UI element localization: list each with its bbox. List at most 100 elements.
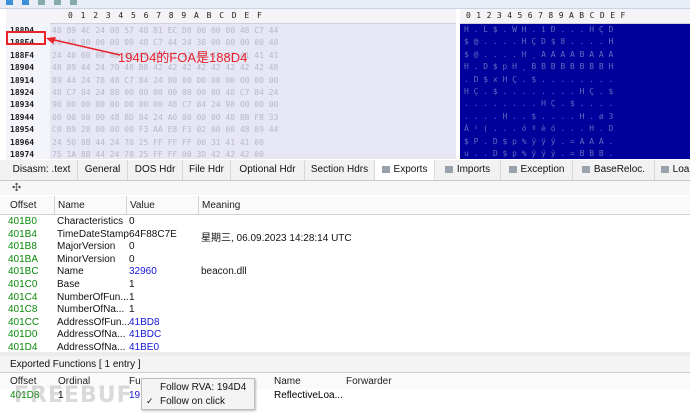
annotation-text: 194D4的FOA是188D4	[118, 50, 248, 65]
menu-item-follow-on-click-label: Follow on click	[160, 396, 226, 407]
tab-exception[interactable]: Exception	[501, 160, 573, 180]
hex-row[interactable]: 18934 90 00 00 00 00 00 00 00 48 C7 84 24…	[6, 99, 456, 111]
col-name[interactable]: Name	[58, 200, 85, 211]
table-row[interactable]: 401B0 Characteristics 0	[0, 216, 690, 229]
tab-disasm-text[interactable]: Disasm: .text	[6, 160, 78, 180]
hex-editor: 0123456789ABCDEF 1 8 8 D 4 48 89 4C 24 08 57 …	[0, 9, 690, 159]
refresh-icon[interactable]	[38, 0, 45, 5]
table-row[interactable]: 401C4 NumberOfFun... 1	[0, 292, 690, 305]
menu-item-follow-on-click[interactable]: ✓ Follow on click	[142, 394, 254, 408]
hex-row[interactable]: 18944 00 00 00 00 48 8D 84 24 A0 00 00 00…	[6, 112, 456, 124]
annotation-highlight-box	[6, 31, 46, 45]
ascii-row[interactable]: $ @ . . . . H ¸ A A A A B A A A	[464, 50, 613, 62]
pin-icon[interactable]: ✣	[12, 181, 21, 194]
folder-icon	[381, 165, 390, 173]
hex-row-bytes[interactable]: 48 89 4C 24 08 57 48 81 EC D0 00 00 00 4…	[52, 26, 278, 35]
row-value[interactable]: 41BDC	[129, 329, 161, 340]
ascii-row[interactable]: $ @ . . . . H Ç D $ 8 . . . . H	[464, 37, 613, 49]
table-row[interactable]: 401D0 AddressOfNa... 41BDC	[0, 329, 690, 342]
save-icon[interactable]	[54, 0, 61, 5]
hex-row-offset: 18964	[10, 137, 35, 147]
menu-item-follow-rva[interactable]: Follow RVA: 194D4	[142, 380, 254, 394]
ascii-row[interactable]: H . L $ . W H . ì Ð . . . H Ç D	[464, 25, 613, 37]
row-name: TimeDateStamp	[57, 228, 129, 240]
tab-label: Optional Hdr	[239, 164, 296, 175]
table-row[interactable]: 401BA MinorVersion 0	[0, 254, 690, 267]
hex-row-bytes[interactable]: C0 B9 28 00 00 00 F3 AA E8 F3 02 00 00 4…	[52, 125, 278, 134]
tab-optional-hdr[interactable]: Optional Hdr	[231, 160, 305, 180]
ascii-pane[interactable]: 0123456789ABCDEF H . L $ . W H . ì Ð . .…	[460, 9, 690, 159]
tab-general[interactable]: General	[78, 160, 128, 180]
ascii-row[interactable]: . . . . H . . $ . . . . H . ø 3	[464, 112, 613, 124]
hex-col-header: F	[257, 11, 262, 20]
hex-column-header: 0123456789ABCDEF	[6, 9, 456, 24]
forward-icon[interactable]	[22, 0, 29, 5]
table-row[interactable]: 401CC AddressOfFun... 41BD8	[0, 317, 690, 330]
tab-exports[interactable]: Exports	[375, 160, 435, 180]
row-value[interactable]: 41BD8	[129, 317, 160, 328]
row-offset: 401CC	[8, 316, 40, 328]
ascii-col-header: E	[610, 11, 616, 20]
row-offset: 401B8	[8, 241, 37, 253]
row-offset: 401D0	[8, 329, 38, 341]
hex-row-bytes[interactable]: 90 00 00 00 00 00 00 00 48 C7 84 24 98 0…	[52, 100, 278, 109]
ascii-col-header: F	[620, 11, 626, 20]
back-icon[interactable]	[6, 0, 13, 5]
row-value: 64F88C7E	[129, 228, 177, 240]
hex-row[interactable]: 18964 24 50 8B 44 24 70 25 FF FF FF 00 31…	[6, 137, 456, 149]
ascii-row[interactable]: À ¹ ( . . . ó ª è ó . . . H . D	[464, 124, 613, 136]
hex-bytes-pane[interactable]: 0123456789ABCDEF 188D4 48 89 4C 24 08 57 …	[6, 9, 456, 159]
hex-row-bytes[interactable]: 48 C7 84 24 88 00 00 00 00 00 00 00 48 C…	[52, 88, 278, 97]
col-value[interactable]: Value	[130, 200, 155, 211]
search-icon[interactable]	[70, 0, 77, 5]
exports-table: Offset Name Value Meaning 401B0 Character…	[0, 196, 690, 353]
table-row[interactable]: 401C8 NumberOfNa... 1	[0, 304, 690, 317]
table-row[interactable]: 401C0 Base 1	[0, 279, 690, 292]
hex-row-offset: 18904	[10, 63, 35, 73]
tab-section-hdrs[interactable]: Section Hdrs	[305, 160, 375, 180]
col-ef-name[interactable]: Name	[274, 376, 301, 387]
ascii-col-header: 2	[486, 11, 492, 20]
table-row[interactable]: 401BC Name 32960 beacon.dll	[0, 266, 690, 279]
ascii-row[interactable]: . . . . . . . . H Ç . $ . . . .	[464, 99, 613, 111]
ascii-row[interactable]: H . D $ p H ¸ B B B B B B B B H	[464, 62, 613, 74]
ascii-row[interactable]: H Ç . $ . . . . . . . . H Ç . $	[464, 87, 613, 99]
hex-col-header: 2	[93, 11, 99, 20]
ascii-col-header: 0	[466, 11, 471, 20]
folder-icon	[660, 165, 669, 173]
hex-col-header: 8	[168, 11, 174, 20]
row-value: 1	[129, 279, 135, 290]
tab-label: Imports	[456, 164, 491, 175]
row-value: 0	[129, 216, 135, 227]
hex-row[interactable]: 18954 C0 B9 28 00 00 00 F3 AA E8 F3 02 00…	[6, 124, 456, 136]
tab-imports[interactable]: Imports	[435, 160, 501, 180]
tab-dos-hdr[interactable]: DOS Hdr	[128, 160, 183, 180]
hex-row[interactable]: 18914 89 44 24 78 48 C7 84 24 80 00 00 00…	[6, 75, 456, 87]
hex-col-header: A	[194, 11, 199, 20]
col-meaning[interactable]: Meaning	[202, 200, 240, 211]
row-value: 1	[129, 291, 135, 303]
hex-row-offset: 18924	[10, 88, 35, 97]
table-row[interactable]: 401B4 TimeDateStamp 64F88C7E 星期三, 06.09.202…	[0, 228, 690, 244]
col-offset[interactable]: Offset	[10, 200, 37, 211]
col-ef-forwarder[interactable]: Forwarder	[346, 376, 392, 387]
hex-col-header: B	[206, 11, 212, 20]
tab-file-hdr[interactable]: File Hdr	[183, 160, 231, 180]
hex-row-bytes[interactable]: 89 44 24 78 48 C7 84 24 80 00 00 00 00 0…	[52, 76, 278, 85]
row-offset: 401BA	[8, 253, 39, 265]
table-row[interactable]: 401B8 MajorVersion 0	[0, 241, 690, 254]
hex-col-header: 1	[80, 11, 86, 20]
hex-row-bytes[interactable]: 24 50 8B 44 24 70 25 FF FF FF 00 31 41 4…	[52, 138, 264, 147]
ascii-row[interactable]: . D $ x H Ç . $ . . . . . . . .	[464, 75, 613, 87]
hex-row-bytes[interactable]: 75 1A 8B 44 24 70 25 FF FF 00 3D 42 42 4…	[52, 150, 264, 159]
tab-label: DOS Hdr	[134, 164, 176, 175]
row-value[interactable]: 32960	[129, 266, 157, 277]
tab-basereloc[interactable]: BaseReloc.	[573, 160, 655, 180]
ascii-row[interactable]: $ P . D $ p % ÿ ÿ ÿ . = A A A .	[464, 137, 613, 149]
hex-row-offset: 18914	[10, 75, 35, 85]
tab-loa[interactable]: Loa	[655, 160, 690, 180]
row-name: MinorVersion	[57, 253, 116, 265]
hex-row-bytes[interactable]: 00 00 00 00 48 8D 84 24 A0 00 00 00 48 8…	[52, 113, 278, 122]
row-value: 1	[129, 304, 135, 316]
hex-row[interactable]: 18924 48 C7 84 24 88 00 00 00 00 00 00 00…	[6, 87, 456, 99]
